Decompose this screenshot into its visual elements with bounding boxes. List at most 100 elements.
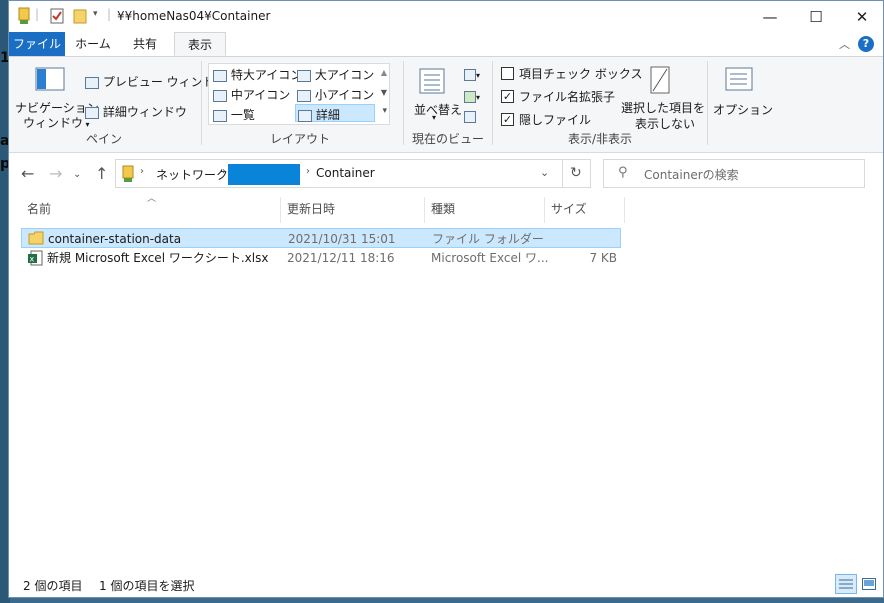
column-header-name[interactable]: 名前 bbox=[21, 197, 281, 223]
group-separator bbox=[201, 61, 202, 145]
details-pane-icon bbox=[85, 106, 99, 119]
navigation-pane-icon bbox=[35, 67, 65, 91]
title-bar: | ▾ | ¥¥homeNas04¥Container — ☐ ✕ bbox=[9, 1, 883, 32]
status-bar: 2 個の項目 1 個の項目を選択 bbox=[9, 571, 883, 597]
close-button[interactable]: ✕ bbox=[839, 1, 884, 32]
group-label: ペイン bbox=[85, 132, 122, 146]
add-columns-button[interactable]: ▾ bbox=[464, 89, 480, 103]
layout-option[interactable]: 特大アイコン bbox=[213, 66, 302, 83]
layout-option[interactable]: 小アイコン bbox=[297, 86, 374, 103]
group-separator bbox=[492, 61, 493, 145]
file-extensions-label: ファイル名拡張子 bbox=[519, 90, 616, 104]
group-label: レイアウト bbox=[269, 132, 330, 146]
medium-icons-icon bbox=[213, 89, 227, 102]
tab-share[interactable]: 共有 bbox=[121, 32, 169, 56]
minimize-button[interactable]: — bbox=[747, 1, 793, 32]
options-button[interactable]: オプション bbox=[711, 61, 773, 125]
layout-option[interactable]: 一覧 bbox=[213, 106, 255, 123]
search-icon: ⚲ bbox=[618, 165, 628, 180]
forward-button[interactable]: → bbox=[49, 164, 62, 183]
breadcrumb-chevron-icon[interactable]: › bbox=[140, 166, 144, 177]
pane-group: ナビゲーション ウィンドウ ▾ プレビュー ウィンドウ 詳細ウィンドウ ペイン bbox=[9, 61, 227, 149]
breadcrumb-chevron-icon[interactable]: › bbox=[306, 166, 310, 177]
preview-pane-icon bbox=[85, 76, 99, 89]
scroll-down-icon[interactable]: ▼ bbox=[381, 88, 387, 97]
tab-view[interactable]: 表示 bbox=[174, 32, 226, 56]
hide-selected-label: 選択した項目を bbox=[621, 101, 706, 115]
file-type: ファイル フォルダー bbox=[432, 232, 544, 246]
title-separator: | bbox=[107, 7, 112, 21]
scroll-up-icon[interactable]: ▲ bbox=[381, 68, 387, 77]
up-button[interactable]: ↑ bbox=[95, 164, 108, 183]
search-input[interactable]: Containerの検索 bbox=[644, 166, 739, 183]
column-header-modified[interactable]: 更新日時 bbox=[281, 197, 425, 223]
new-folder-icon[interactable] bbox=[72, 7, 88, 25]
hidden-items-label: 隠しファイル bbox=[519, 113, 592, 127]
more-icon[interactable]: ▾ bbox=[382, 106, 387, 116]
address-divider bbox=[562, 159, 563, 188]
item-checkboxes-checkbox[interactable] bbox=[501, 67, 514, 80]
address-dropdown-icon[interactable]: ⌄ bbox=[540, 166, 549, 179]
hide-selected-button[interactable]: 選択した項目を 表示しない bbox=[619, 61, 706, 131]
breadcrumb-network[interactable]: ネットワーク bbox=[156, 166, 228, 183]
folder-icon bbox=[28, 231, 44, 245]
network-drive-icon bbox=[122, 165, 134, 182]
size-columns-button[interactable] bbox=[464, 109, 476, 123]
redacted-breadcrumb[interactable] bbox=[228, 164, 300, 185]
chevron-up-icon[interactable]: ︿ bbox=[839, 36, 850, 52]
show-hide-group: 項目チェック ボックス ✓ ファイル名拡張子 ✓ 隠しファイル 選択した項目を … bbox=[495, 61, 705, 149]
column-header-size[interactable]: サイズ bbox=[545, 197, 625, 223]
layout-option-selected[interactable]: 詳細 bbox=[295, 104, 375, 122]
navigation-pane-button[interactable]: ナビゲーション ウィンドウ ▾ bbox=[13, 61, 99, 131]
properties-icon[interactable] bbox=[49, 7, 65, 25]
address-bar[interactable]: › ネットワーク › › Container ⌄ ↻ bbox=[115, 159, 591, 188]
hidden-items-checkbox[interactable]: ✓ bbox=[501, 113, 514, 126]
details-view-button[interactable] bbox=[835, 574, 857, 594]
selected-count: 1 個の項目を選択 bbox=[99, 579, 195, 593]
group-by-button[interactable]: ▾ bbox=[464, 67, 480, 81]
navigation-pane-label: ウィンドウ ▾ bbox=[23, 116, 90, 130]
help-icon[interactable]: ? bbox=[858, 36, 874, 52]
file-row[interactable]: container-station-data 2021/10/31 15:01 … bbox=[21, 228, 621, 248]
details-pane-button[interactable]: 詳細ウィンドウ bbox=[85, 103, 187, 120]
file-row[interactable]: x 新規 Microsoft Excel ワークシート.xlsx 2021/12… bbox=[21, 248, 621, 268]
title-separator: | bbox=[35, 7, 40, 21]
file-extensions-checkbox[interactable]: ✓ bbox=[501, 90, 514, 103]
chevron-down-icon: ▾ bbox=[83, 120, 90, 129]
tab-file[interactable]: ファイル bbox=[9, 32, 65, 56]
file-size: 7 KB bbox=[589, 251, 617, 265]
options-label: オプション bbox=[713, 103, 774, 117]
refresh-icon[interactable]: ↻ bbox=[570, 165, 582, 181]
details-icon bbox=[298, 109, 312, 122]
group-label: 表示/非表示 bbox=[567, 132, 633, 146]
large-icons-view-button[interactable] bbox=[859, 574, 879, 594]
recent-locations-icon[interactable]: ⌄ bbox=[73, 169, 81, 180]
customize-toolbar-icon[interactable]: ▾ bbox=[93, 9, 98, 19]
file-name: container-station-data bbox=[48, 232, 182, 246]
search-box[interactable]: ⚲ Containerの検索 bbox=[603, 159, 865, 188]
drive-icon bbox=[18, 7, 30, 24]
file-type: Microsoft Excel ワ... bbox=[431, 251, 549, 265]
explorer-window: | ▾ | ¥¥homeNas04¥Container — ☐ ✕ ファイル ホ… bbox=[8, 0, 884, 598]
breadcrumb-chevron-icon[interactable]: › bbox=[222, 166, 226, 177]
options-icon bbox=[725, 67, 753, 91]
group-label: 現在のビュー bbox=[411, 132, 484, 146]
group-separator bbox=[403, 61, 404, 145]
file-modified: 2021/10/31 15:01 bbox=[288, 232, 396, 246]
details-view-icon bbox=[839, 579, 853, 589]
column-header-type[interactable]: 種類 bbox=[425, 197, 545, 223]
tab-home[interactable]: ホーム bbox=[69, 32, 117, 56]
file-name: 新規 Microsoft Excel ワークシート.xlsx bbox=[47, 251, 269, 265]
sort-button[interactable]: 並べ替え ▾ bbox=[410, 63, 462, 125]
layout-option[interactable]: 中アイコン bbox=[213, 86, 290, 103]
maximize-button[interactable]: ☐ bbox=[793, 1, 839, 32]
layout-option[interactable]: 大アイコン bbox=[297, 66, 374, 83]
layout-gallery: 特大アイコン 大アイコン 中アイコン 小アイコン 一覧 詳細 ▲ ▼ ▾ bbox=[208, 63, 390, 125]
large-icons-icon bbox=[297, 69, 311, 82]
back-button[interactable]: ← bbox=[21, 164, 34, 183]
large-icons-view-icon bbox=[862, 578, 876, 590]
breadcrumb-container[interactable]: Container bbox=[316, 166, 375, 180]
ribbon-tabs: ファイル ホーム 共有 表示 ︿ ? bbox=[9, 32, 883, 56]
window-title: ¥¥homeNas04¥Container bbox=[117, 9, 271, 23]
current-view-group: 並べ替え ▾ ▾ ▾ 現在のビュー bbox=[406, 61, 490, 149]
